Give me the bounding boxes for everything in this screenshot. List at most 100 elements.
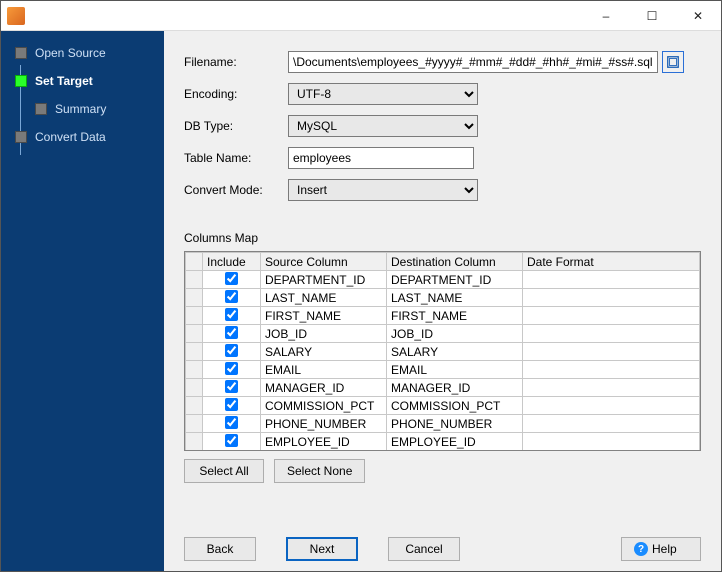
source-column-cell[interactable]: LAST_NAME — [261, 289, 387, 307]
row-handle[interactable] — [186, 271, 203, 289]
destination-column-cell[interactable]: MANAGER_ID — [387, 379, 523, 397]
include-checkbox[interactable] — [225, 398, 238, 411]
destination-column-cell[interactable]: JOB_ID — [387, 325, 523, 343]
row-handle[interactable] — [186, 325, 203, 343]
table-row[interactable]: MANAGER_IDMANAGER_ID — [186, 379, 700, 397]
source-column-cell[interactable]: HIRE_DATE — [261, 451, 387, 452]
include-checkbox[interactable] — [225, 362, 238, 375]
wizard-step-summary[interactable]: Summary — [1, 95, 164, 123]
cancel-button[interactable]: Cancel — [388, 537, 460, 561]
source-column-cell[interactable]: COMMISSION_PCT — [261, 397, 387, 415]
step-label: Set Target — [35, 74, 93, 88]
destination-column-cell[interactable]: PHONE_NUMBER — [387, 415, 523, 433]
back-button[interactable]: Back — [184, 537, 256, 561]
destination-column-cell[interactable]: DEPARTMENT_ID — [387, 271, 523, 289]
include-checkbox[interactable] — [225, 290, 238, 303]
source-column-cell[interactable]: EMAIL — [261, 361, 387, 379]
source-column-cell[interactable]: PHONE_NUMBER — [261, 415, 387, 433]
row-handle[interactable] — [186, 397, 203, 415]
include-checkbox[interactable] — [225, 380, 238, 393]
table-row[interactable]: PHONE_NUMBERPHONE_NUMBER — [186, 415, 700, 433]
row-handle[interactable] — [186, 451, 203, 452]
row-handle[interactable] — [186, 307, 203, 325]
date-format-cell[interactable] — [523, 379, 700, 397]
browse-icon — [666, 55, 680, 69]
table-row[interactable]: SALARYSALARY — [186, 343, 700, 361]
titlebar: – ☐ ✕ — [1, 1, 721, 31]
include-checkbox[interactable] — [225, 308, 238, 321]
destination-column-cell[interactable]: EMPLOYEE_ID — [387, 433, 523, 451]
tablename-input[interactable] — [288, 147, 474, 169]
help-button[interactable]: ? Help — [621, 537, 701, 561]
table-row[interactable]: LAST_NAMELAST_NAME — [186, 289, 700, 307]
convertmode-label: Convert Mode: — [184, 183, 288, 197]
destination-column-cell[interactable]: HIRE_DATE — [387, 451, 523, 452]
source-column-cell[interactable]: DEPARTMENT_ID — [261, 271, 387, 289]
include-checkbox[interactable] — [225, 416, 238, 429]
filename-input[interactable] — [288, 51, 658, 73]
wizard-step-open-source[interactable]: Open Source — [1, 39, 164, 67]
row-handle[interactable] — [186, 361, 203, 379]
date-format-cell[interactable]: mm/dd/yyyy — [523, 451, 700, 452]
date-format-cell[interactable] — [523, 415, 700, 433]
table-row[interactable]: HIRE_DATEHIRE_DATEmm/dd/yyyy — [186, 451, 700, 452]
step-marker — [35, 103, 47, 115]
destination-column-cell[interactable]: EMAIL — [387, 361, 523, 379]
include-checkbox[interactable] — [225, 272, 238, 285]
source-column-cell[interactable]: JOB_ID — [261, 325, 387, 343]
source-column-cell[interactable]: FIRST_NAME — [261, 307, 387, 325]
table-row[interactable]: JOB_IDJOB_ID — [186, 325, 700, 343]
include-checkbox[interactable] — [225, 326, 238, 339]
source-column-cell[interactable]: MANAGER_ID — [261, 379, 387, 397]
row-handle[interactable] — [186, 289, 203, 307]
date-format-cell[interactable] — [523, 271, 700, 289]
header-dest[interactable]: Destination Column — [387, 253, 523, 271]
encoding-label: Encoding: — [184, 87, 288, 101]
include-checkbox[interactable] — [225, 344, 238, 357]
select-all-button[interactable]: Select All — [184, 459, 264, 483]
minimize-button[interactable]: – — [583, 1, 629, 31]
convertmode-select[interactable]: Insert — [288, 179, 478, 201]
encoding-select[interactable]: UTF-8 — [288, 83, 478, 105]
close-button[interactable]: ✕ — [675, 1, 721, 31]
date-format-cell[interactable] — [523, 289, 700, 307]
filename-label: Filename: — [184, 55, 288, 69]
row-handle[interactable] — [186, 379, 203, 397]
row-handle[interactable] — [186, 433, 203, 451]
date-format-cell[interactable] — [523, 433, 700, 451]
destination-column-cell[interactable]: LAST_NAME — [387, 289, 523, 307]
destination-column-cell[interactable]: SALARY — [387, 343, 523, 361]
main-panel: Filename: Encoding: UTF-8 DB Type: MySQL… — [164, 31, 721, 571]
columns-map-table: Include Source Column Destination Column… — [184, 251, 701, 451]
date-format-cell[interactable] — [523, 343, 700, 361]
table-row[interactable]: COMMISSION_PCTCOMMISSION_PCT — [186, 397, 700, 415]
date-format-cell[interactable] — [523, 325, 700, 343]
header-source[interactable]: Source Column — [261, 253, 387, 271]
header-date[interactable]: Date Format — [523, 253, 700, 271]
row-handle[interactable] — [186, 343, 203, 361]
tablename-label: Table Name: — [184, 151, 288, 165]
columns-map-label: Columns Map — [184, 231, 701, 245]
maximize-button[interactable]: ☐ — [629, 1, 675, 31]
include-checkbox[interactable] — [225, 434, 238, 447]
next-button[interactable]: Next — [286, 537, 358, 561]
source-column-cell[interactable]: EMPLOYEE_ID — [261, 433, 387, 451]
step-marker — [15, 131, 27, 143]
select-none-button[interactable]: Select None — [274, 459, 365, 483]
browse-file-button[interactable] — [662, 51, 684, 73]
table-row[interactable]: EMPLOYEE_IDEMPLOYEE_ID — [186, 433, 700, 451]
destination-column-cell[interactable]: FIRST_NAME — [387, 307, 523, 325]
destination-column-cell[interactable]: COMMISSION_PCT — [387, 397, 523, 415]
header-include[interactable]: Include — [203, 253, 261, 271]
table-row[interactable]: DEPARTMENT_IDDEPARTMENT_ID — [186, 271, 700, 289]
table-row[interactable]: EMAILEMAIL — [186, 361, 700, 379]
wizard-step-convert-data[interactable]: Convert Data — [1, 123, 164, 151]
wizard-step-set-target[interactable]: Set Target — [1, 67, 164, 95]
table-row[interactable]: FIRST_NAMEFIRST_NAME — [186, 307, 700, 325]
source-column-cell[interactable]: SALARY — [261, 343, 387, 361]
date-format-cell[interactable] — [523, 397, 700, 415]
date-format-cell[interactable] — [523, 361, 700, 379]
row-handle[interactable] — [186, 415, 203, 433]
dbtype-select[interactable]: MySQL — [288, 115, 478, 137]
date-format-cell[interactable] — [523, 307, 700, 325]
